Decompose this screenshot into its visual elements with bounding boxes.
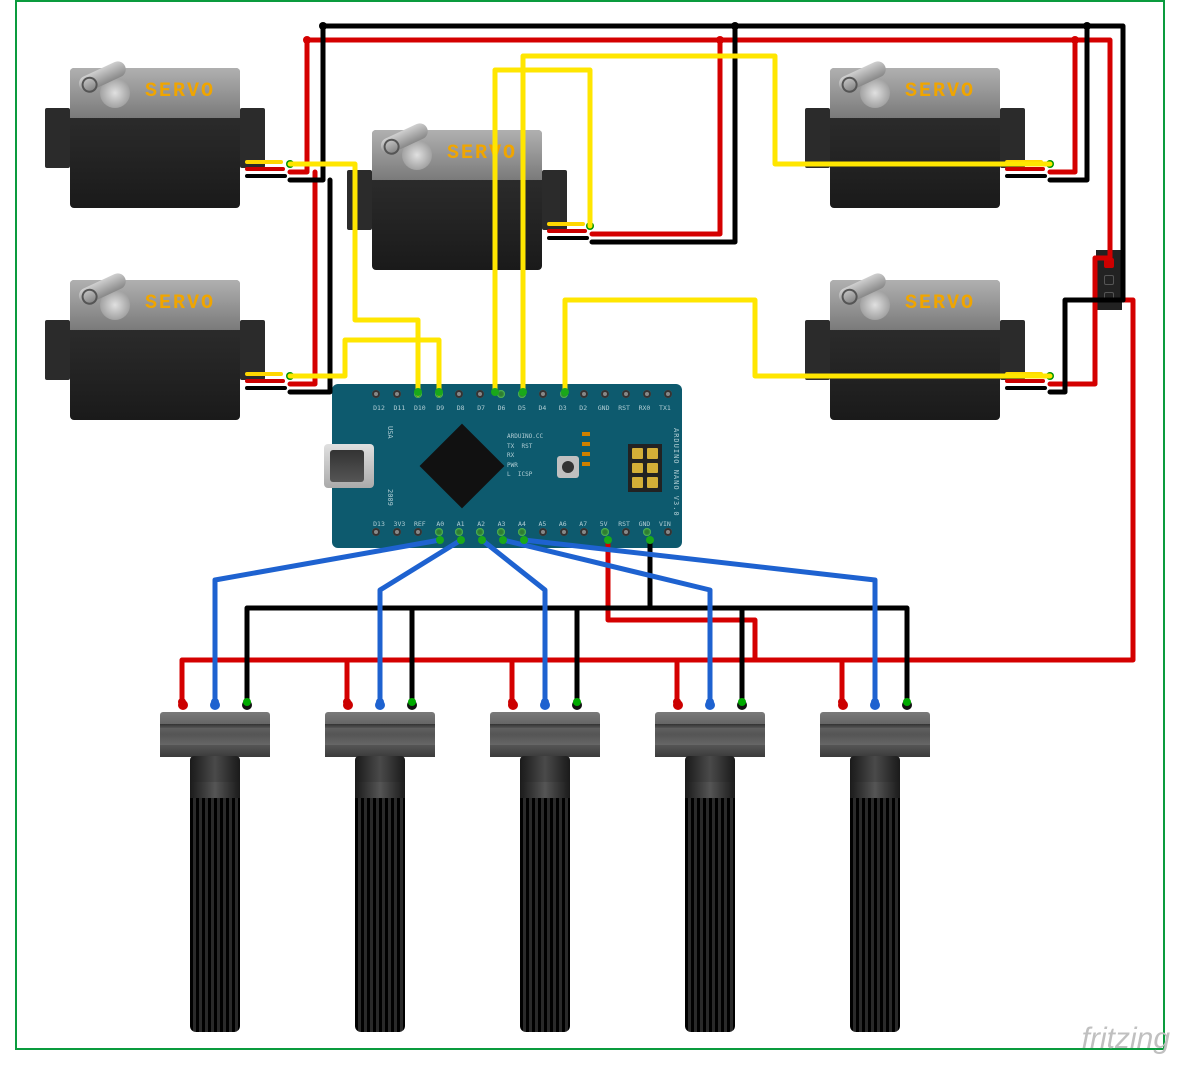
atmega-chip-icon	[420, 424, 505, 509]
potentiometer-1	[160, 700, 270, 1050]
potentiometer-3	[490, 700, 600, 1050]
board-silkscreen: ARDUINO.CC TX RST RX PWR L ICSP	[507, 432, 543, 480]
reset-button-icon	[557, 456, 579, 478]
made-in-text: USA	[386, 426, 394, 439]
servo-mount-ear	[45, 108, 70, 168]
mini-usb-port-icon	[324, 444, 374, 488]
servo-4: SERVO	[805, 68, 1025, 218]
board-model-text: ARDUINO NANO V3.0	[672, 428, 680, 517]
nano-labels-bottom: D133V3REFA0A1A2A3A4A5A6A75VRSTGNDVIN	[372, 520, 672, 528]
servo-label: SERVO	[145, 292, 215, 315]
pot-knob-icon	[190, 782, 240, 1032]
servo-lead-wires	[245, 160, 285, 178]
potentiometer-2	[325, 700, 435, 1050]
servo-5: SERVO	[805, 280, 1025, 430]
servo-1: SERVO	[45, 68, 265, 218]
servo-label: SERVO	[905, 292, 975, 315]
status-leds	[582, 432, 590, 466]
servo-label: SERVO	[145, 80, 215, 103]
nano-labels-top: D12D11D10D9D8D7D6D5D4D3D2GNDRSTRX0TX1	[372, 404, 672, 412]
servo-3: SERVO	[347, 130, 567, 280]
fritzing-watermark: fritzing	[1082, 1022, 1170, 1056]
servo-2: SERVO	[45, 280, 265, 430]
icsp-header-icon	[628, 444, 662, 492]
servo-mount-ear	[240, 108, 265, 168]
arduino-nano-board: ARDUINO NANO V3.0 USA 2009 ARDUINO.CC TX…	[332, 384, 682, 548]
year-text: 2009	[386, 489, 394, 506]
potentiometer-4	[655, 700, 765, 1050]
potentiometer-5	[820, 700, 930, 1050]
nano-pinrow-top	[372, 390, 672, 404]
nano-pinrow-bottom	[372, 528, 672, 542]
servo-label: SERVO	[905, 80, 975, 103]
servo-label: SERVO	[447, 142, 517, 165]
power-header-icon	[1096, 250, 1122, 310]
